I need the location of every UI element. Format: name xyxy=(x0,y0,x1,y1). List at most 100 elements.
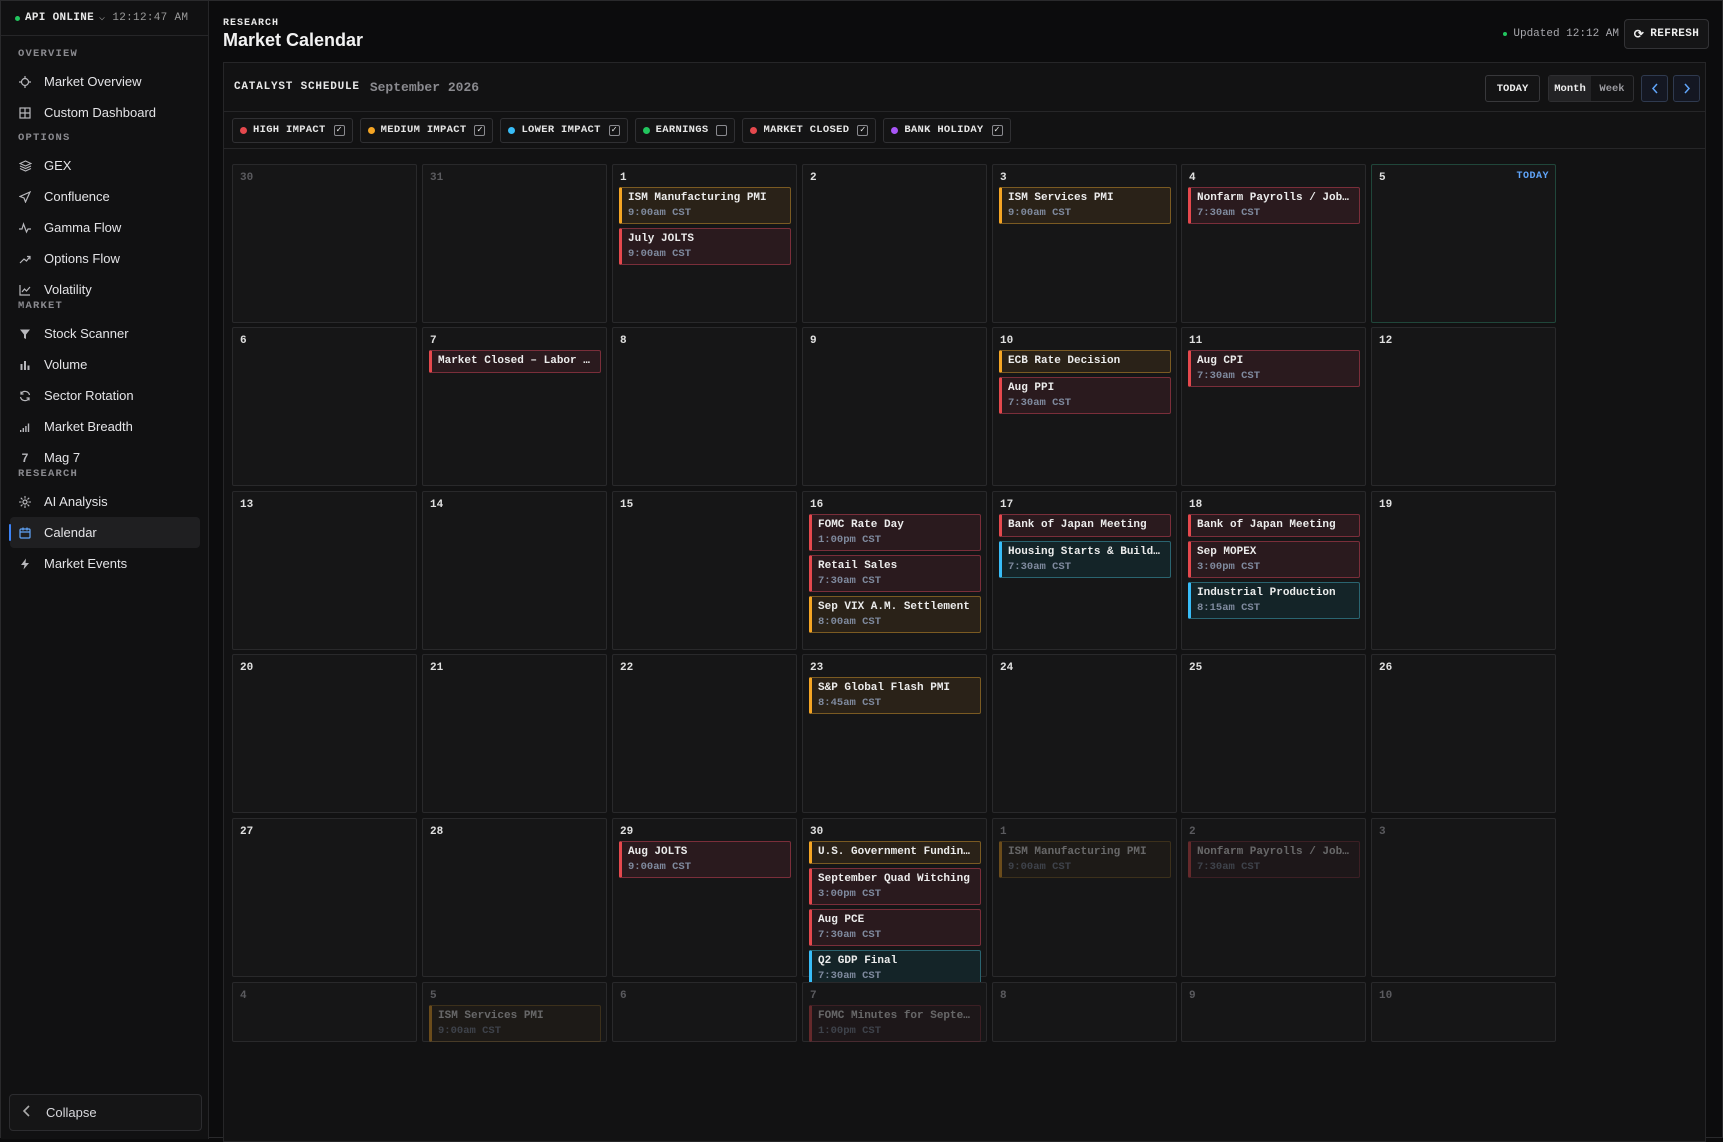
calendar-day-cell[interactable]: 15 xyxy=(612,491,797,650)
sidebar-item-sector-rotation[interactable]: Sector Rotation xyxy=(10,380,200,411)
calendar-day-cell[interactable]: 30 U.S. Government Funding Dea… September … xyxy=(802,818,987,987)
calendar-day-cell[interactable]: 27 xyxy=(232,818,417,977)
calendar-day-cell[interactable]: 7 FOMC Minutes for September 1:00pm CST xyxy=(802,982,987,1042)
calendar-day-cell[interactable]: 12 xyxy=(1371,327,1556,486)
sidebar-item-confluence[interactable]: Confluence xyxy=(10,181,200,212)
calendar-event[interactable]: ISM Services PMI 9:00am CST xyxy=(429,1005,601,1042)
calendar-day-cell[interactable]: 14 xyxy=(422,491,607,650)
calendar-day-cell[interactable]: 26 xyxy=(1371,654,1556,813)
sidebar-item-gamma-flow[interactable]: Gamma Flow xyxy=(10,212,200,243)
calendar-event[interactable]: Aug JOLTS 9:00am CST xyxy=(619,841,791,878)
sidebar-item-calendar[interactable]: Calendar xyxy=(9,517,200,548)
checkbox-checked-icon[interactable]: ✓ xyxy=(608,124,620,136)
calendar-event[interactable]: Nonfarm Payrolls / Jobs Rep… 7:30am CST xyxy=(1188,187,1360,224)
calendar-event[interactable]: September Quad Witching 3:00pm CST xyxy=(809,868,981,905)
sidebar-item-stock-scanner[interactable]: Stock Scanner xyxy=(10,318,200,349)
calendar-day-cell[interactable]: 25 xyxy=(1181,654,1366,813)
calendar-event[interactable]: Aug CPI 7:30am CST xyxy=(1188,350,1360,387)
calendar-day-cell[interactable]: 24 xyxy=(992,654,1177,813)
sidebar-item-ai-analysis[interactable]: AI Analysis xyxy=(10,486,200,517)
calendar-day-cell[interactable]: 5 ISM Services PMI 9:00am CST xyxy=(422,982,607,1042)
calendar-event[interactable]: Bank of Japan Meeting xyxy=(1188,514,1360,537)
calendar-event[interactable]: S&P Global Flash PMI 8:45am CST xyxy=(809,677,981,714)
calendar-day-cell[interactable]: 9 xyxy=(802,327,987,486)
calendar-event[interactable]: ISM Services PMI 9:00am CST xyxy=(999,187,1171,224)
sidebar-item-market-overview[interactable]: Market Overview xyxy=(10,66,200,97)
calendar-event[interactable]: FOMC Minutes for September 1:00pm CST xyxy=(809,1005,981,1042)
calendar-day-cell[interactable]: 21 xyxy=(422,654,607,813)
checkbox-checked-icon[interactable]: ✓ xyxy=(333,124,345,136)
calendar-day-cell[interactable]: 2 xyxy=(802,164,987,323)
calendar-day-cell[interactable]: 3 xyxy=(1371,818,1556,977)
checkbox-checked-icon[interactable]: ✓ xyxy=(857,124,869,136)
calendar-event[interactable]: ECB Rate Decision xyxy=(999,350,1171,373)
filter-chip-earnings[interactable]: EARNINGS xyxy=(634,117,736,143)
calendar-event[interactable]: Housing Starts & Building P… 7:30am CST xyxy=(999,541,1171,578)
calendar-event[interactable]: FOMC Rate Day 1:00pm CST xyxy=(809,514,981,551)
view-month-button[interactable]: Month xyxy=(1549,76,1591,101)
checkbox-checked-icon[interactable]: ✓ xyxy=(991,124,1003,136)
calendar-day-cell[interactable]: 6 xyxy=(612,982,797,1042)
checkbox-checked-icon[interactable]: ✓ xyxy=(474,124,486,136)
filter-chip-lower-impact[interactable]: LOWER IMPACT ✓ xyxy=(500,117,628,143)
checkbox-empty-icon[interactable] xyxy=(716,124,728,136)
calendar-day-cell[interactable]: 23 S&P Global Flash PMI 8:45am CST xyxy=(802,654,987,813)
calendar-day-cell[interactable]: 13 xyxy=(232,491,417,650)
calendar-event[interactable]: U.S. Government Funding Dea… xyxy=(809,841,981,864)
calendar-event[interactable]: Aug PCE 7:30am CST xyxy=(809,909,981,946)
calendar-day-cell[interactable]: 8 xyxy=(612,327,797,486)
calendar-day-cell[interactable]: 10 xyxy=(1371,982,1556,1042)
calendar-day-cell[interactable]: 29 Aug JOLTS 9:00am CST xyxy=(612,818,797,977)
calendar-day-cell[interactable]: 30 xyxy=(232,164,417,323)
sidebar-item-custom-dashboard[interactable]: Custom Dashboard xyxy=(10,97,200,128)
calendar-day-cell[interactable]: 28 xyxy=(422,818,607,977)
calendar-day-cell[interactable]: 1 ISM Manufacturing PMI 9:00am CST July JOL… xyxy=(612,164,797,323)
calendar-event[interactable]: Industrial Production 8:15am CST xyxy=(1188,582,1360,619)
calendar-day-cell[interactable]: 19 xyxy=(1371,491,1556,650)
view-week-button[interactable]: Week xyxy=(1591,76,1633,101)
calendar-day-cell[interactable]: 16 FOMC Rate Day 1:00pm CST Retail Sales 7:3… xyxy=(802,491,987,650)
calendar-day-cell[interactable]: 11 Aug CPI 7:30am CST xyxy=(1181,327,1366,486)
calendar-event[interactable]: Aug PPI 7:30am CST xyxy=(999,377,1171,414)
calendar-day-cell[interactable]: 7 Market Closed – Labor Day xyxy=(422,327,607,486)
calendar-event[interactable]: Bank of Japan Meeting xyxy=(999,514,1171,537)
calendar-event[interactable]: Sep MOPEX 3:00pm CST xyxy=(1188,541,1360,578)
sidebar-item-market-breadth[interactable]: Market Breadth xyxy=(10,411,200,442)
sidebar-item-volume[interactable]: Volume xyxy=(10,349,200,380)
collapse-button[interactable]: Collapse xyxy=(9,1094,202,1131)
calendar-day-cell[interactable]: 8 xyxy=(992,982,1177,1042)
calendar-day-cell[interactable]: 9 xyxy=(1181,982,1366,1042)
calendar-day-cell[interactable]: 31 xyxy=(422,164,607,323)
calendar-day-cell[interactable]: 5 TODAY xyxy=(1371,164,1556,323)
calendar-event[interactable]: Nonfarm Payrolls / Jobs Rep… 7:30am CST xyxy=(1188,841,1360,878)
calendar-event[interactable]: July JOLTS 9:00am CST xyxy=(619,228,791,265)
filter-chip-bank-holiday[interactable]: BANK HOLIDAY ✓ xyxy=(883,117,1011,143)
today-button[interactable]: TODAY xyxy=(1485,75,1540,102)
calendar-day-cell[interactable]: 6 xyxy=(232,327,417,486)
filter-chip-medium-impact[interactable]: MEDIUM IMPACT ✓ xyxy=(359,117,494,143)
filter-chip-market-closed[interactable]: MARKET CLOSED ✓ xyxy=(742,117,877,143)
filter-chip-high-impact[interactable]: HIGH IMPACT ✓ xyxy=(232,117,353,143)
calendar-day-cell[interactable]: 4 xyxy=(232,982,417,1042)
calendar-event[interactable]: Retail Sales 7:30am CST xyxy=(809,555,981,592)
calendar-event[interactable]: Market Closed – Labor Day xyxy=(429,350,601,373)
sidebar-item-options-flow[interactable]: Options Flow xyxy=(10,243,200,274)
calendar-day-cell[interactable]: 20 xyxy=(232,654,417,813)
calendar-event[interactable]: ISM Manufacturing PMI 9:00am CST xyxy=(999,841,1171,878)
sidebar-item-market-events[interactable]: Market Events xyxy=(10,548,200,579)
prev-month-button[interactable] xyxy=(1641,75,1668,102)
calendar-day-cell[interactable]: 3 ISM Services PMI 9:00am CST xyxy=(992,164,1177,323)
calendar-event[interactable]: ISM Manufacturing PMI 9:00am CST xyxy=(619,187,791,224)
calendar-day-cell[interactable]: 1 ISM Manufacturing PMI 9:00am CST xyxy=(992,818,1177,977)
sidebar-item-gex[interactable]: GEX xyxy=(10,150,200,181)
calendar-day-cell[interactable]: 4Nonfarm Payrolls / Jobs Rep… 7:30am CST xyxy=(1181,164,1366,323)
calendar-day-cell[interactable]: 18 Bank of Japan Meeting Sep MOPEX 3:00pm C… xyxy=(1181,491,1366,650)
next-month-button[interactable] xyxy=(1673,75,1700,102)
calendar-day-cell[interactable]: 22 xyxy=(612,654,797,813)
calendar-day-cell[interactable]: 2Nonfarm Payrolls / Jobs Rep… 7:30am CST xyxy=(1181,818,1366,977)
chevron-down-icon[interactable]: ⌵ xyxy=(99,12,105,24)
refresh-button[interactable]: ⟳ REFRESH xyxy=(1624,19,1709,49)
api-status-bar[interactable]: API ONLINE ⌵ 12:12:47 AM xyxy=(1,1,208,36)
calendar-event[interactable]: Sep VIX A.M. Settlement 8:00am CST xyxy=(809,596,981,633)
calendar-day-cell[interactable]: 17 Bank of Japan Meeting Housing Starts & … xyxy=(992,491,1177,650)
